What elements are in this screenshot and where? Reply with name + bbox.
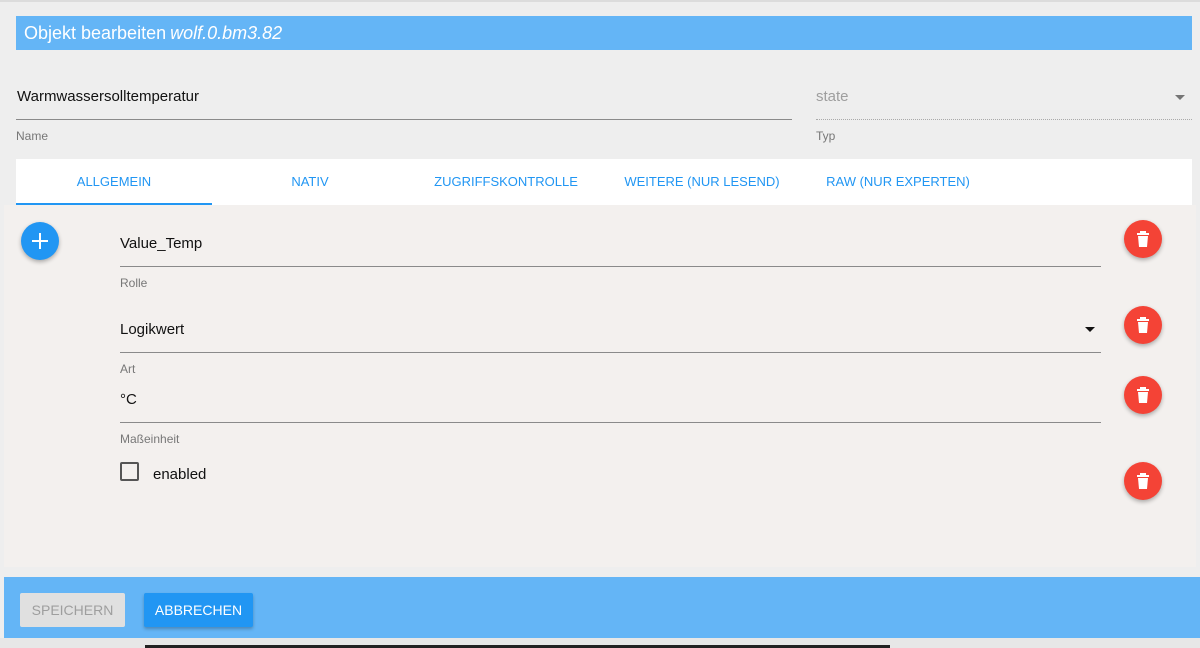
- delete-enabled-button[interactable]: [1124, 462, 1162, 500]
- tab-raw[interactable]: RAW (NUR EXPERTEN): [800, 159, 996, 205]
- unit-input-underline: [120, 422, 1101, 423]
- trash-icon: [1137, 317, 1149, 333]
- art-label: Art: [120, 362, 136, 376]
- dialog-title: Objekt bearbeiten: [24, 23, 167, 43]
- name-input[interactable]: Warmwassersolltemperatur: [17, 88, 199, 105]
- name-input-underline: [16, 119, 792, 120]
- delete-role-button[interactable]: [1124, 220, 1162, 258]
- save-button[interactable]: SPEICHERN: [20, 593, 125, 627]
- cancel-button[interactable]: ABBRECHEN: [144, 593, 253, 627]
- enabled-checkbox[interactable]: [120, 462, 139, 481]
- common-panel: [4, 205, 1196, 567]
- art-select-underline: [120, 352, 1101, 353]
- type-dropdown-arrow-icon[interactable]: [1175, 95, 1185, 100]
- unit-input[interactable]: °C: [120, 391, 137, 408]
- type-label: Typ: [816, 129, 836, 143]
- delete-art-button[interactable]: [1124, 306, 1162, 344]
- unit-label: Maßeinheit: [120, 432, 180, 446]
- type-select[interactable]: state: [816, 88, 849, 105]
- trash-icon: [1137, 231, 1149, 247]
- dialog-title-bar: Objekt bearbeiten wolf.0.bm3.82: [16, 16, 1192, 50]
- tab-nativ[interactable]: NATIV: [212, 159, 408, 205]
- tab-zugriffskontrolle[interactable]: ZUGRIFFSKONTROLLE: [408, 159, 604, 205]
- trash-icon: [1137, 387, 1149, 403]
- top-divider: [0, 0, 1200, 2]
- art-dropdown-arrow-icon[interactable]: [1085, 327, 1095, 332]
- tab-weitere[interactable]: WEITERE (NUR LESEND): [604, 159, 800, 205]
- delete-unit-button[interactable]: [1124, 376, 1162, 414]
- add-attribute-button[interactable]: [21, 222, 59, 260]
- enabled-label: enabled: [153, 466, 207, 483]
- role-input-underline: [120, 266, 1101, 267]
- name-label: Name: [16, 129, 49, 143]
- tab-bar: ALLGEMEIN NATIV ZUGRIFFSKONTROLLE WEITER…: [16, 159, 1192, 205]
- trash-icon: [1137, 473, 1149, 489]
- type-select-underline: [816, 119, 1192, 120]
- role-input[interactable]: Value_Temp: [120, 235, 202, 252]
- object-id: wolf.0.bm3.82: [170, 23, 283, 43]
- art-select[interactable]: Logikwert: [120, 321, 184, 338]
- role-label: Rolle: [120, 276, 148, 290]
- tab-allgemein[interactable]: ALLGEMEIN: [16, 159, 212, 205]
